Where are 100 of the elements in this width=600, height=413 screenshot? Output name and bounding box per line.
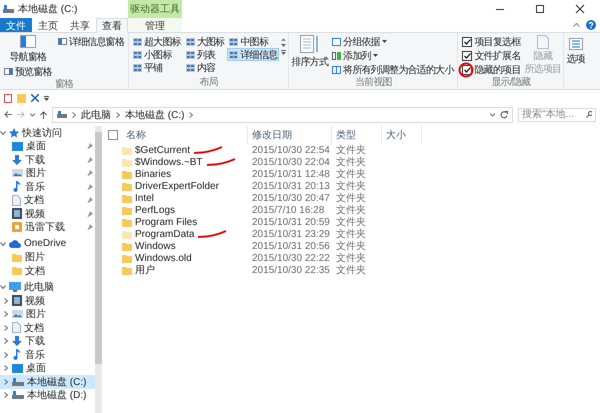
navigation-pane-button[interactable]: 导航窗格	[2, 35, 54, 64]
ribbon-tab[interactable]: 主页	[32, 18, 64, 32]
pin-icon[interactable]	[87, 197, 93, 204]
history-dropdown-icon[interactable]	[490, 112, 495, 116]
chevron-icon[interactable]	[3, 365, 9, 372]
checkbox-option[interactable]: 文件扩展名	[460, 49, 522, 62]
preview-pane-button[interactable]: 预览窗格	[2, 65, 54, 78]
search-field[interactable]: 搜索"本地...	[518, 108, 596, 122]
nav-item[interactable]: 快速访问	[0, 126, 95, 140]
checkbox-option[interactable]: 项目复选框	[460, 35, 522, 48]
nav-item[interactable]: OneDrive	[0, 237, 95, 250]
layout-option[interactable]: 内容	[184, 61, 226, 74]
pin-icon[interactable]	[87, 224, 93, 230]
dropdown-icon[interactable]	[44, 96, 49, 100]
collapse-ribbon-icon[interactable]	[573, 23, 580, 27]
add-column-button[interactable]: 添加列	[330, 49, 456, 62]
pin-icon[interactable]	[87, 210, 93, 217]
nav-item[interactable]: 文档	[0, 194, 95, 207]
layout-option[interactable]: 列表	[184, 48, 226, 61]
delete-icon[interactable]	[31, 94, 39, 102]
breadcrumb[interactable]: 本地磁盘 (C:)	[125, 108, 184, 122]
column-header[interactable]: 类型	[332, 126, 382, 144]
back-icon[interactable]	[4, 111, 12, 118]
nav-item[interactable]: 此电脑	[0, 280, 95, 294]
pin-icon[interactable]	[87, 156, 93, 163]
chevron-icon[interactable]	[3, 352, 9, 358]
chevron-icon[interactable]	[0, 240, 6, 247]
checkbox[interactable]	[462, 36, 472, 46]
scrollbar-thumb[interactable]	[95, 132, 102, 364]
file-name[interactable]: Program Files	[135, 216, 198, 228]
nav-item[interactable]: 本地磁盘 (C:)	[0, 375, 95, 388]
nav-item[interactable]: 桌面	[0, 362, 95, 375]
select-all-checkbox[interactable]	[108, 130, 118, 140]
column-header[interactable]: 修改日期	[248, 126, 332, 144]
chevron-icon[interactable]	[3, 392, 9, 398]
file-name[interactable]: 用户	[135, 263, 155, 277]
nav-item[interactable]: 本地磁盘 (D:)	[0, 388, 95, 402]
help-icon[interactable]	[586, 20, 596, 30]
nav-item[interactable]: 音乐	[0, 180, 95, 194]
expand-gallery-icon[interactable]	[281, 50, 286, 55]
chevron-icon[interactable]	[3, 324, 9, 331]
chevron-icon[interactable]	[3, 311, 9, 318]
nav-item[interactable]: 音乐	[0, 348, 95, 362]
table-cell-text: 文件夹	[335, 144, 367, 156]
recent-dropdown-icon[interactable]	[30, 112, 35, 116]
chevron-icon[interactable]	[0, 130, 6, 136]
layout-option[interactable]: 小图标	[131, 48, 183, 61]
fit-columns-button[interactable]: 将所有列调整为合适的大小	[330, 63, 456, 76]
nav-item[interactable]: 视频	[0, 294, 95, 308]
nav-item[interactable]: 下载	[0, 153, 95, 166]
file-name[interactable]: ProgramData	[135, 228, 194, 240]
nav-item[interactable]: 图片	[0, 250, 95, 264]
refresh-icon[interactable]	[500, 110, 508, 118]
ribbon-tab[interactable]: 查看	[96, 18, 128, 33]
nav-item[interactable]: 迅雷下载	[0, 220, 95, 234]
pin-icon[interactable]	[87, 143, 93, 150]
chevron-icon[interactable]	[3, 338, 9, 344]
file-name[interactable]: $Windows.~BT	[135, 156, 203, 168]
pin-icon[interactable]	[87, 184, 93, 190]
sort-button[interactable]: 排序方式	[291, 35, 328, 77]
layout-option[interactable]: 详细信息	[227, 48, 280, 61]
nav-item[interactable]: 文档	[0, 321, 95, 334]
file-name[interactable]: PerfLogs	[135, 204, 176, 216]
checkbox-option[interactable]: 隐藏的项目	[460, 63, 522, 76]
ribbon-tab[interactable]: 文件	[0, 18, 32, 32]
options-button[interactable]: 选项	[566, 35, 585, 66]
nav-item[interactable]: 下载	[0, 334, 95, 348]
column-header[interactable]: 大小	[382, 126, 422, 144]
chevron-icon[interactable]	[3, 298, 9, 304]
nav-item[interactable]: 文档	[0, 264, 95, 278]
details-pane-button[interactable]: 详细信息窗格	[56, 35, 126, 48]
file-name[interactable]: Windows.old	[135, 252, 192, 264]
file-name[interactable]: DriverExpertFolder	[135, 180, 219, 192]
view-icon	[133, 64, 142, 72]
nav-item[interactable]: 图片	[0, 308, 95, 321]
group-by-button[interactable]: 分组依据	[330, 35, 456, 48]
column-header[interactable]: 名称	[122, 126, 248, 144]
scrollbar[interactable]	[95, 126, 102, 413]
nav-item[interactable]: 桌面	[0, 140, 95, 153]
layout-option[interactable]: 超大图标	[131, 35, 183, 48]
pin-icon[interactable]	[87, 170, 93, 176]
file-name[interactable]: Intel	[135, 192, 154, 204]
chevron-icon[interactable]	[0, 284, 6, 290]
layout-option[interactable]: 平铺	[131, 61, 183, 74]
scroll-up-icon[interactable]	[281, 38, 286, 41]
layout-option[interactable]: 大图标	[184, 35, 226, 48]
nav-item[interactable]: 视频	[0, 207, 95, 220]
file-name[interactable]: Binaries	[135, 168, 172, 180]
ribbon-tab[interactable]: 共享	[64, 18, 96, 32]
checkbox[interactable]	[462, 50, 472, 60]
file-name[interactable]: $GetCurrent	[135, 144, 190, 156]
scroll-down-icon[interactable]	[281, 44, 286, 47]
chevron-icon[interactable]	[3, 378, 9, 385]
breadcrumb[interactable]: 此电脑	[81, 108, 111, 122]
properties-icon[interactable]	[4, 94, 12, 102]
up-icon[interactable]	[40, 110, 47, 118]
file-name[interactable]: Windows	[135, 240, 176, 252]
layout-option[interactable]: 中图标	[227, 35, 280, 48]
ribbon-tab[interactable]: 管理	[128, 18, 182, 32]
nav-item[interactable]: 图片	[0, 166, 95, 180]
